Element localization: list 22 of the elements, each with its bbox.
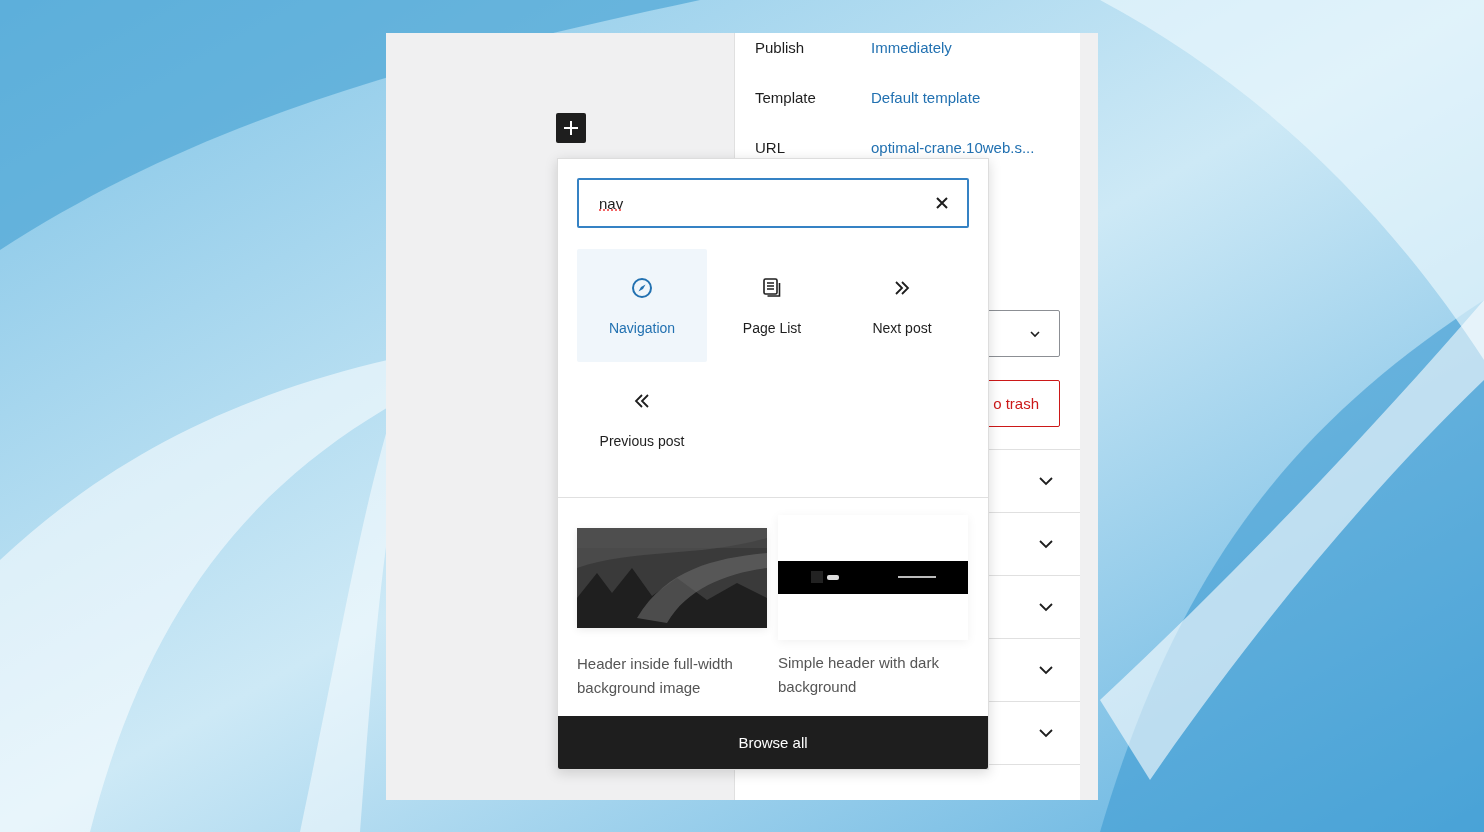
chevron-down-icon bbox=[1038, 539, 1054, 549]
setting-label: Publish bbox=[755, 39, 806, 57]
setting-link[interactable]: Default template bbox=[871, 89, 981, 107]
setting-label: URL bbox=[755, 139, 786, 157]
chevron-down-icon bbox=[1038, 602, 1054, 612]
plus-icon bbox=[563, 120, 579, 136]
pattern-caption: Header inside full-width background image bbox=[577, 654, 734, 698]
setting-label: Template bbox=[755, 89, 817, 107]
compass-icon bbox=[630, 275, 654, 300]
pattern-caption: Simple header with dark background bbox=[778, 653, 940, 697]
search-field[interactable]: nav bbox=[577, 178, 969, 228]
chevron-down-icon bbox=[1038, 665, 1054, 675]
setting-link[interactable]: Immediately bbox=[871, 39, 952, 57]
add-block-button[interactable] bbox=[556, 113, 586, 143]
browse-all-button[interactable]: Browse all bbox=[558, 716, 988, 769]
chevron-down-icon bbox=[1038, 476, 1054, 486]
close-icon[interactable] bbox=[935, 196, 949, 210]
block-item[interactable]: Navigation bbox=[577, 249, 707, 362]
chevron-down-icon bbox=[1038, 728, 1054, 738]
setting-link[interactable]: optimal-crane.10web.s... bbox=[871, 139, 1035, 157]
chevron-down-icon bbox=[1029, 329, 1041, 338]
search-value: nav bbox=[599, 194, 624, 212]
